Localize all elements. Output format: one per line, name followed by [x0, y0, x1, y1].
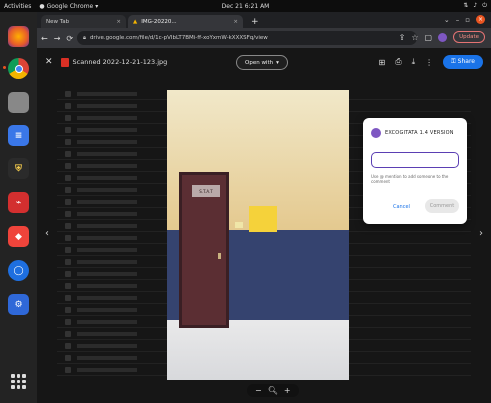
close-tab-icon[interactable]: ×: [116, 19, 121, 25]
door-handle: [218, 253, 221, 259]
tool-icon[interactable]: ⚙: [8, 294, 29, 315]
tab-drive-image[interactable]: ▲ IMG-20220... ×: [128, 15, 243, 28]
toolbar-actions: ⇪ ☆ ▢ Update: [399, 31, 485, 43]
drive-image-viewer: ✕ Scanned 2022-12-21-123.jpg Open with ▾…: [37, 48, 491, 403]
app-menu-label: Google Chrome: [46, 2, 94, 10]
tiled-floor: [167, 320, 349, 380]
close-viewer-icon[interactable]: ✕: [45, 57, 53, 67]
zoom-out-icon[interactable]: −: [255, 386, 262, 395]
power-icon: ⏻: [482, 2, 487, 9]
comment-dialog: EXCOGITATA 1.4 VERSION Use @ mention to …: [363, 118, 467, 224]
tab-strip: New Tab × ▲ IMG-20220... × + ⌄ – ▫ ×: [37, 12, 491, 28]
activities-button[interactable]: Activities: [4, 3, 31, 10]
small-notice: [235, 222, 243, 228]
zoom-controls: − 🔍︎ +: [247, 384, 299, 397]
image-preview: S.T.A.T: [167, 90, 349, 380]
firefox-icon[interactable]: [8, 26, 29, 47]
cancel-button[interactable]: Cancel: [393, 204, 410, 210]
viewer-actions: ⊞ ⎙ ⤓ ⋮ ⚿ Share: [379, 55, 483, 69]
system-tray[interactable]: ⇅ ♪ ⏻: [463, 2, 487, 10]
comment-input[interactable]: [371, 152, 459, 168]
drive-icon: ▲: [133, 18, 138, 25]
dock: ≡ ⛨ ⌁ ◆ ◯ ⚙: [0, 12, 37, 403]
url-text: drive.google.com/file/d/1c-pVIbLT7BMi-ff…: [89, 35, 268, 41]
next-file-arrow[interactable]: ›: [479, 228, 483, 239]
open-with-label: Open with: [245, 59, 274, 66]
window-controls: ⌄ – ▫ ×: [444, 15, 485, 24]
share-button[interactable]: ⚿ Share: [443, 55, 483, 69]
lock-icon: 🔒︎: [83, 34, 86, 41]
update-button[interactable]: Update: [453, 31, 485, 43]
maximize-icon[interactable]: ▫: [465, 16, 470, 24]
chevron-down-icon[interactable]: ⌄: [444, 16, 450, 24]
add-comment-icon[interactable]: ⊞: [379, 58, 386, 67]
previous-file-arrow[interactable]: ‹: [45, 228, 49, 239]
network-icon: ⇅: [463, 2, 469, 9]
tab-new-tab[interactable]: New Tab ×: [41, 15, 126, 28]
docs-icon[interactable]: ≡: [8, 125, 29, 146]
share-icon[interactable]: ⇪: [399, 33, 406, 42]
browser-toolbar: ← → ⟳ 🔒︎ drive.google.com/file/d/1c-pVIb…: [37, 28, 491, 48]
volume-icon: ♪: [473, 2, 478, 9]
anydesk-icon[interactable]: ◆: [8, 226, 29, 247]
shield-icon[interactable]: ⛨: [8, 158, 29, 179]
more-options-icon[interactable]: ⋮: [425, 58, 433, 67]
viewer-filename: Scanned 2022-12-21-123.jpg: [72, 58, 168, 66]
comment-button[interactable]: Comment: [425, 199, 459, 213]
app-menu[interactable]: ● Google Chrome ▾: [39, 3, 98, 10]
chrome-icon: ●: [39, 2, 45, 10]
running-indicator: [3, 66, 6, 69]
close-tab-icon[interactable]: ×: [233, 19, 238, 25]
comment-dialog-header: EXCOGITATA 1.4 VERSION: [371, 128, 454, 138]
profile-avatar[interactable]: [438, 32, 448, 42]
door-sign: S.T.A.T: [192, 185, 220, 197]
lock-icon: ⚿: [451, 58, 456, 65]
user-avatar: [371, 128, 381, 138]
tab-label: New Tab: [46, 18, 70, 25]
pdf-icon[interactable]: ⌁: [8, 192, 29, 213]
close-window-icon[interactable]: ×: [476, 15, 485, 24]
yellow-notice: [249, 206, 277, 232]
image-file-icon: [60, 57, 69, 67]
minimize-icon[interactable]: –: [456, 16, 460, 24]
clock[interactable]: Dec 21 6:21 AM: [222, 3, 270, 10]
tab-search-icon[interactable]: ▢: [425, 33, 433, 42]
chrome-window: New Tab × ▲ IMG-20220... × + ⌄ – ▫ × ← →…: [37, 12, 491, 403]
back-icon[interactable]: ←: [41, 34, 48, 43]
tab-label: IMG-20220...: [141, 18, 177, 25]
zoom-icon: 🔍︎: [267, 386, 278, 395]
forward-icon[interactable]: →: [54, 34, 61, 43]
address-bar[interactable]: 🔒︎ drive.google.com/file/d/1c-pVIbLT7BMi…: [77, 31, 417, 45]
zoom-in-icon[interactable]: +: [284, 386, 291, 395]
wooden-door: S.T.A.T: [179, 172, 229, 328]
chevron-down-icon: ▾: [276, 59, 279, 66]
new-tab-button[interactable]: +: [245, 15, 265, 28]
open-with-button[interactable]: Open with ▾: [236, 55, 288, 70]
reload-icon[interactable]: ⟳: [66, 34, 73, 43]
show-applications-icon[interactable]: [11, 374, 26, 389]
bookmark-star-icon[interactable]: ☆: [411, 33, 418, 42]
comment-author: EXCOGITATA 1.4 VERSION: [385, 130, 454, 136]
files-icon[interactable]: [8, 92, 29, 113]
browser-icon[interactable]: ◯: [8, 260, 29, 281]
print-icon[interactable]: ⎙: [395, 57, 401, 67]
download-icon[interactable]: ⤓: [412, 57, 416, 67]
chevron-down-icon: ▾: [95, 2, 99, 10]
system-top-bar: Activities ● Google Chrome ▾ Dec 21 6:21…: [0, 0, 491, 12]
chrome-icon[interactable]: [8, 58, 29, 79]
comment-help-text: Use @ mention to add someone to the comm…: [371, 174, 449, 184]
share-label: Share: [457, 58, 475, 65]
